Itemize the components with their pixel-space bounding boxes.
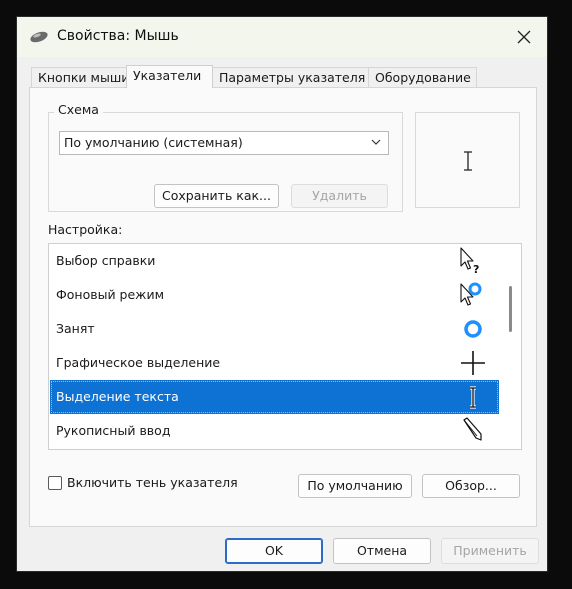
working-in-background-cursor-icon [460,282,482,306]
cursor-list[interactable]: Выбор справки ? Фоновый режим Занят Граф… [48,243,522,450]
precision-select-cursor-icon [461,351,485,375]
list-item[interactable]: Занят [50,312,499,346]
close-icon [517,30,531,44]
list-item-label: Графическое выделение [56,355,221,370]
chevron-down-icon [371,139,381,145]
list-item-label: Фоновый режим [56,287,165,302]
pointer-shadow-checkbox[interactable] [48,476,62,490]
browse-button[interactable]: Обзор... [422,474,520,498]
title-bar: Свойства: Мышь [17,17,547,57]
ok-button[interactable]: OK [225,538,323,564]
apply-button[interactable]: Применить [441,538,539,564]
text-select-cursor-icon [470,386,476,409]
list-item[interactable]: Рукописный ввод [50,414,499,448]
list-item-selected[interactable]: Выделение текста [50,380,499,414]
list-item[interactable]: Фоновый режим [50,278,499,312]
scheme-select-value: По умолчанию (системная) [64,135,243,150]
tab-pointers[interactable]: Указатели [126,65,213,88]
mouse-properties-window: Свойства: Мышь Кнопки мыши Указатели Пар… [16,16,548,572]
list-item[interactable]: Графическое выделение [50,346,499,380]
list-item-label: Выделение текста [56,389,179,404]
text-select-cursor-icon [464,151,472,171]
window-title: Свойства: Мышь [57,28,179,44]
cursor-preview [415,112,520,208]
close-button[interactable] [501,17,547,57]
list-item-label: Рукописный ввод [56,423,171,438]
delete-scheme-button[interactable]: Удалить [291,184,388,208]
busy-cursor-icon [464,320,482,338]
tab-mouse-buttons[interactable]: Кнопки мыши [31,67,129,87]
scrollbar-thumb[interactable] [509,286,512,332]
svg-text:?: ? [473,263,479,276]
handwriting-cursor-icon [463,417,482,441]
scheme-label: Схема [54,102,103,117]
list-item-label: Занят [56,321,95,336]
tab-hardware[interactable]: Оборудование [368,67,477,87]
use-default-button[interactable]: По умолчанию [298,474,412,498]
pointers-panel: Схема По умолчанию (системная) Сохранить… [29,87,537,527]
cancel-button[interactable]: Отмена [333,538,431,564]
pointer-shadow-label: Включить тень указателя [67,475,238,490]
mouse-icon [30,31,48,43]
scheme-select[interactable]: По умолчанию (системная) [59,131,389,155]
list-item[interactable]: Выбор справки ? [50,244,499,278]
customize-label: Настройка: [48,222,123,237]
list-scrollbar[interactable] [499,244,521,449]
list-item-label: Выбор справки [56,253,156,268]
tab-pointer-options[interactable]: Параметры указателя [212,67,369,87]
save-as-button[interactable]: Сохранить как... [154,184,279,208]
help-select-cursor-icon: ? [460,247,479,276]
